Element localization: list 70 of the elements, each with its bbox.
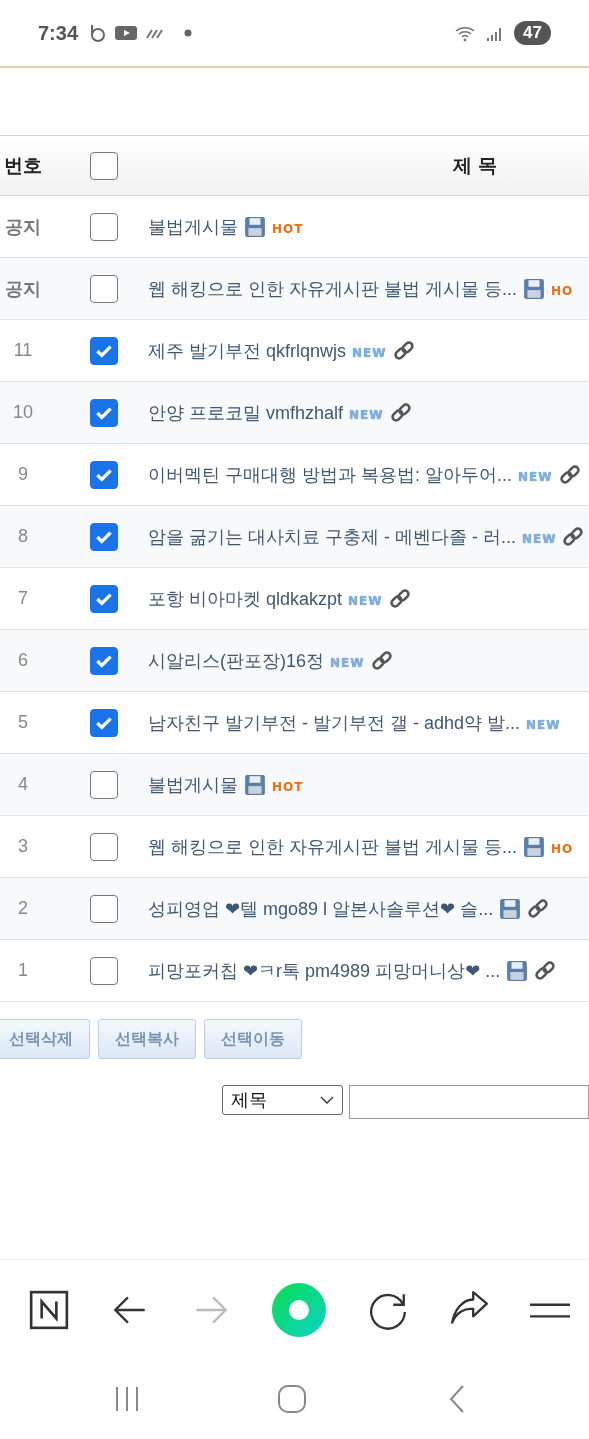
post-title-link[interactable]: 암을 굶기는 대사치료 구충제 - 메벤다졸 - 러...	[148, 524, 516, 549]
post-title-link[interactable]: 피망포커칩 ❤ㅋr톡 pm4989 피망머니상❤ ...	[148, 958, 501, 983]
column-header: 제 목	[453, 153, 497, 178]
post-number: 6	[17, 650, 29, 671]
post-title-link[interactable]: 안양 프로코밀 vmfhzhalf	[148, 400, 344, 425]
post-number: 공지	[4, 277, 42, 301]
row-checkbox[interactable]	[90, 336, 118, 365]
row-checkbox[interactable]	[90, 894, 118, 923]
post-title-link[interactable]: 성피영업 ❤텔 mgo89 l 알본사솔루션❤ 슬...	[148, 896, 494, 921]
new-label: NEW	[352, 344, 387, 360]
row-checkbox[interactable]	[90, 832, 118, 861]
search-input-field[interactable]	[349, 1085, 589, 1119]
column-header: 번호	[3, 153, 43, 178]
home-icon[interactable]	[276, 1384, 307, 1414]
battery-level: 47	[514, 21, 551, 45]
post-title-link[interactable]: 웹 해킹으로 인한 자유게시판 불법 게시물 등...	[148, 834, 517, 859]
post-number: 2	[17, 898, 29, 919]
new-label: NEW	[526, 716, 561, 732]
chain-link-icon	[370, 649, 393, 672]
row-checkbox[interactable]	[90, 522, 118, 551]
chain-link-icon	[392, 339, 415, 362]
row-checkbox[interactable]	[90, 584, 118, 613]
row-checkbox[interactable]	[90, 708, 118, 737]
chain-link-icon	[527, 897, 550, 920]
post-number: 9	[17, 464, 29, 485]
hot-label: HOT	[272, 220, 304, 236]
chain-link-icon	[388, 587, 411, 610]
new-label: NEW	[348, 592, 383, 608]
new-label: NEW	[349, 406, 384, 422]
row-checkbox[interactable]	[90, 212, 118, 241]
post-number: 10	[12, 402, 34, 423]
post-title-link[interactable]: 제주 발기부전 qkfrlqnwjs	[148, 338, 347, 363]
post-number: 4	[17, 774, 29, 795]
chain-link-icon	[558, 463, 581, 486]
row-checkbox[interactable]	[90, 646, 118, 675]
post-number: 3	[17, 836, 29, 857]
post-title-link[interactable]: 시알리스(판포장)16정	[148, 648, 324, 673]
video-play-icon	[114, 23, 139, 43]
chain-link-icon	[534, 959, 557, 982]
post-title-link[interactable]: 불법게시물	[148, 214, 238, 239]
hot-label: HO	[551, 282, 574, 298]
hot-label: HO	[551, 840, 574, 856]
hot-label: HOT	[272, 778, 304, 794]
new-label: NEW	[522, 530, 557, 546]
row-checkbox[interactable]	[90, 460, 118, 489]
post-title-link[interactable]: 웹 해킹으로 인한 자유게시판 불법 게시물 등...	[148, 276, 517, 301]
chevron-down-icon	[320, 1096, 334, 1104]
n-box-icon[interactable]	[28, 1288, 70, 1331]
post-title-link[interactable]: 이버멕틴 구매대행 방법과 복용법: 알아두어...	[148, 462, 512, 487]
chain-link-icon	[562, 525, 585, 548]
post-number: 공지	[4, 215, 42, 239]
clock-time: 7:34	[38, 21, 79, 45]
post-number: 8	[17, 526, 29, 547]
row-checkbox[interactable]	[90, 274, 118, 303]
row-checkbox[interactable]	[90, 956, 118, 985]
dot-icon	[184, 29, 193, 37]
post-title-link[interactable]: 포항 비아마켓 qldkakzpt	[148, 586, 343, 611]
search-field-dropdown[interactable]: 제목	[222, 1085, 343, 1115]
row-checkbox[interactable]	[90, 770, 118, 799]
post-number: 11	[12, 340, 34, 361]
new-label: NEW	[330, 654, 365, 670]
post-title-link[interactable]: 불법게시물	[148, 772, 238, 797]
new-label: NEW	[518, 468, 553, 484]
post-title-link[interactable]: 남자친구 발기부전 - 발기부전 갤 - adhd약 발...	[148, 710, 521, 735]
select-all-checkbox[interactable]	[90, 151, 118, 180]
post-number: 1	[17, 960, 29, 981]
post-number: 5	[17, 712, 29, 733]
post-number: 7	[17, 588, 29, 609]
row-checkbox[interactable]	[90, 398, 118, 427]
chain-link-icon	[389, 401, 412, 424]
